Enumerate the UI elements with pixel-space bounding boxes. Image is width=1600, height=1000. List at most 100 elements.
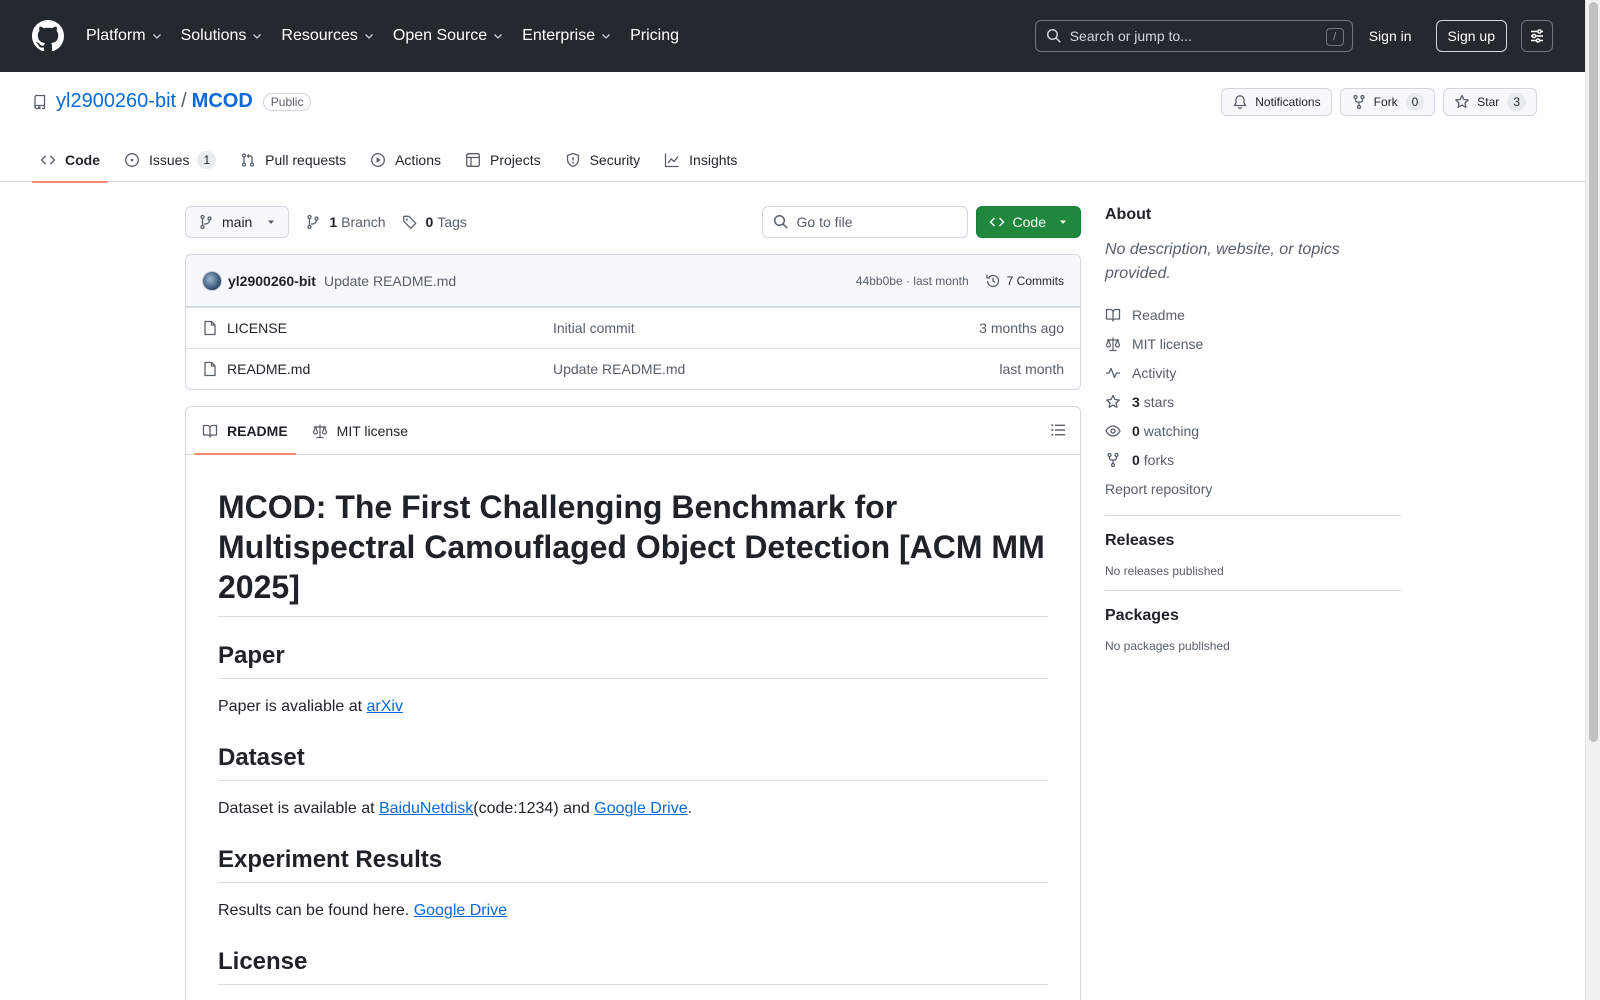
code-icon [40, 155, 56, 165]
scrollbar-thumb[interactable] [1589, 2, 1598, 742]
issue-icon [125, 153, 139, 167]
commit-hash-time[interactable]: 44bb0be · last month [856, 274, 969, 288]
nav-pricing[interactable]: Pricing [630, 27, 679, 45]
notifications-button[interactable]: Notifications [1221, 88, 1332, 116]
branches-link[interactable]: 1 Branch [305, 214, 386, 230]
repo-header: yl2900260-bit / MCOD Public Notification… [0, 72, 1585, 183]
nav-pricing-label: Pricing [630, 27, 679, 44]
stars-link[interactable]: 3 stars [1105, 387, 1401, 416]
forks-label: forks [1143, 451, 1175, 468]
readme-link-label: Readme [1132, 306, 1185, 323]
stars-count: 3 [1132, 393, 1140, 410]
git-branch-icon [307, 214, 320, 230]
tab-readme[interactable]: README [194, 407, 296, 455]
baidu-netdisk-link[interactable]: BaiduNetdisk [379, 800, 473, 817]
tab-actions[interactable]: Actions [362, 138, 449, 182]
file-name-link[interactable]: README.md [227, 361, 553, 377]
book-icon [1105, 308, 1121, 322]
page-scrollbar[interactable] [1585, 0, 1600, 1000]
go-to-file-input[interactable]: Go to file [761, 206, 968, 238]
tab-license-label: MIT license [336, 422, 408, 439]
tab-actions-label: Actions [395, 152, 442, 168]
file-commit-time: 3 months ago [979, 320, 1064, 336]
repo-name-link[interactable]: MCOD [192, 90, 253, 113]
list-toc-icon[interactable] [1050, 422, 1066, 438]
star-label: Star [1477, 95, 1500, 109]
releases-heading[interactable]: Releases [1105, 532, 1401, 550]
tab-code-label: Code [65, 152, 100, 168]
commit-message[interactable]: Update README.md [324, 273, 456, 289]
fork-icon [1107, 452, 1119, 467]
star-button[interactable]: Star 3 [1443, 88, 1537, 116]
fork-label: Fork [1373, 95, 1398, 109]
branch-select-button[interactable]: main [185, 206, 290, 238]
forks-link[interactable]: 0 forks [1105, 445, 1401, 474]
repo-title: yl2900260-bit / MCOD Public [32, 90, 312, 113]
releases-empty-text: No releases published [1105, 564, 1224, 578]
nav-enterprise[interactable]: Enterprise [522, 27, 612, 45]
global-search-input[interactable]: Search or jump to... / [1034, 20, 1353, 52]
nav-solutions[interactable]: Solutions [181, 27, 264, 45]
divider [1105, 515, 1401, 516]
nav-open-source-label: Open Source [392, 27, 488, 44]
file-commit-message[interactable]: Initial commit [553, 320, 635, 336]
tab-license[interactable]: MIT license [304, 407, 416, 454]
readme-link[interactable]: Readme [1105, 300, 1401, 329]
commits-link[interactable]: 7 Commits [985, 273, 1064, 289]
tab-projects[interactable]: Projects [457, 138, 549, 182]
activity-link-label: Activity [1132, 364, 1177, 381]
file-commit-message[interactable]: Update README.md [553, 361, 685, 377]
nav-resources[interactable]: Resources [281, 27, 374, 45]
git-branch-icon [200, 214, 212, 230]
branch-name: main [222, 214, 253, 230]
avatar[interactable] [202, 270, 222, 291]
pulse-icon [1106, 367, 1120, 378]
divider [1105, 590, 1401, 591]
table-row: README.md Update README.md last month [186, 348, 1080, 389]
activity-link[interactable]: Activity [1105, 358, 1401, 387]
branch-label: Branch [341, 214, 386, 230]
file-icon [204, 361, 216, 377]
file-name-link[interactable]: LICENSE [227, 320, 553, 336]
report-repository-link[interactable]: Report repository [1105, 474, 1401, 503]
repo-actions: Notifications Fork 0 Star 3 [1221, 88, 1537, 116]
code-dropdown-button[interactable]: Code [975, 206, 1081, 238]
license-link[interactable]: MIT license [1105, 329, 1401, 358]
tab-insights[interactable]: Insights [656, 138, 745, 182]
about-description: No description, website, or topics provi… [1105, 241, 1340, 282]
github-logo-icon[interactable] [32, 20, 64, 52]
file-commit-time: last month [999, 361, 1064, 377]
tab-security[interactable]: Security [557, 138, 649, 182]
arxiv-link[interactable]: arXiv [367, 698, 403, 715]
file-navigation: main 1 Branch 0 Tags Go to file Code [185, 206, 1081, 238]
law-scale-icon [312, 424, 327, 438]
dataset-google-drive-link[interactable]: Google Drive [594, 800, 687, 817]
watching-link[interactable]: 0 watching [1105, 416, 1401, 445]
tags-link[interactable]: 0 Tags [402, 214, 467, 230]
forks-count: 0 [1132, 451, 1140, 468]
nav-platform[interactable]: Platform [86, 27, 163, 45]
license-link-label: MIT license [1132, 335, 1204, 352]
nav-platform-label: Platform [86, 27, 146, 44]
sign-up-button[interactable]: Sign up [1435, 20, 1507, 52]
search-shortcut-key: / [1325, 28, 1344, 46]
readme-content: MCOD: The First Challenging Benchmark fo… [186, 455, 1080, 985]
tab-pull-requests[interactable]: Pull requests [232, 138, 354, 182]
tab-issues[interactable]: Issues 1 [116, 138, 224, 182]
dataset-paragraph: Dataset is available at BaiduNetdisk(cod… [218, 797, 1048, 821]
chevron-down-icon [152, 34, 161, 39]
repo-owner-link[interactable]: yl2900260-bit [56, 90, 176, 113]
nav-open-source[interactable]: Open Source [393, 27, 504, 45]
fork-button[interactable]: Fork 0 [1339, 88, 1436, 116]
table-icon [466, 153, 480, 167]
about-heading: About [1105, 206, 1152, 223]
commit-author[interactable]: yl2900260-bit [228, 273, 316, 289]
about-sidebar: About No description, website, or topics… [1105, 206, 1401, 653]
readme-tabs: README MIT license [186, 407, 1080, 455]
tab-code[interactable]: Code [32, 138, 108, 183]
results-google-drive-link[interactable]: Google Drive [414, 902, 507, 919]
packages-heading[interactable]: Packages [1105, 607, 1401, 625]
search-icon [773, 214, 788, 229]
sign-in-link[interactable]: Sign in [1369, 28, 1412, 44]
header-menu-button[interactable] [1521, 20, 1553, 52]
